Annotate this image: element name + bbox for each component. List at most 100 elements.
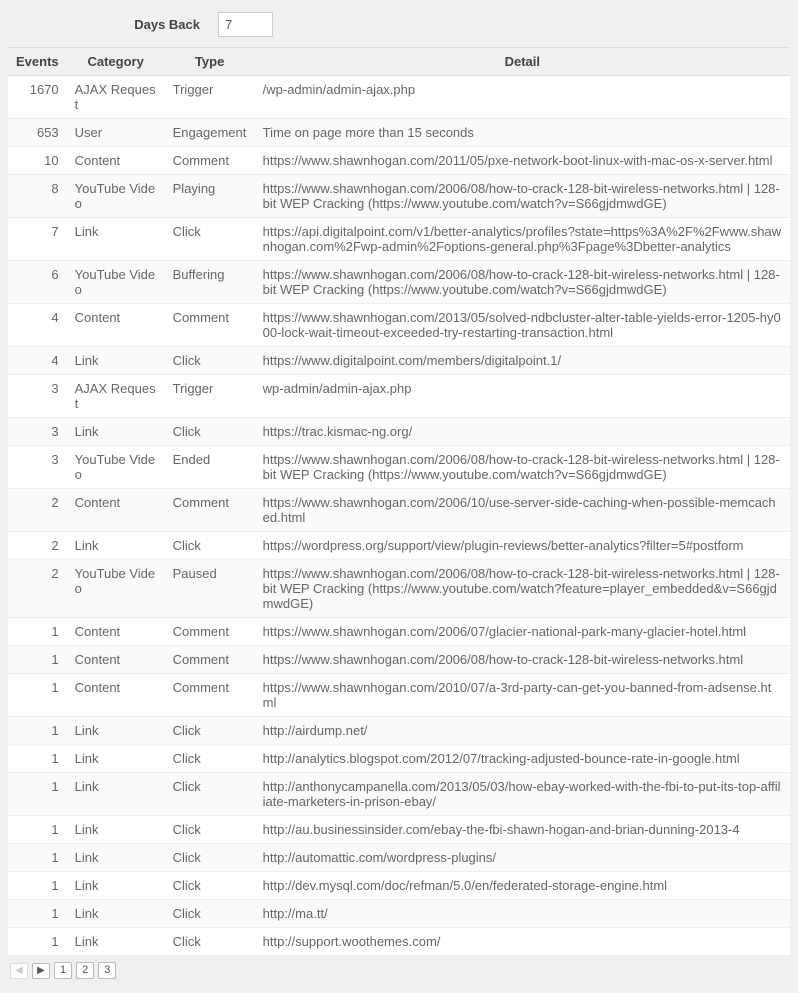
cell-detail: http://anthonycampanella.com/2013/05/03/… (255, 773, 790, 816)
cell-category: Link (67, 347, 165, 375)
cell-detail: https://www.shawnhogan.com/2010/07/a-3rd… (255, 674, 790, 717)
cell-type: Ended (165, 446, 255, 489)
table-row: 1ContentCommenthttps://www.shawnhogan.co… (8, 618, 790, 646)
cell-category: Content (67, 674, 165, 717)
days-back-input[interactable] (218, 12, 273, 37)
cell-category: YouTube Video (67, 175, 165, 218)
cell-type: Click (165, 900, 255, 928)
cell-category: Content (67, 618, 165, 646)
pager-prev[interactable]: ◀ (10, 963, 28, 979)
cell-events: 1 (8, 928, 67, 956)
cell-detail: wp-admin/admin-ajax.php (255, 375, 790, 418)
table-row: 4ContentCommenthttps://www.shawnhogan.co… (8, 304, 790, 347)
cell-type: Trigger (165, 76, 255, 119)
days-back-label: Days Back (8, 17, 218, 32)
cell-events: 4 (8, 347, 67, 375)
cell-category: User (67, 119, 165, 147)
cell-detail: https://www.shawnhogan.com/2006/08/how-t… (255, 560, 790, 618)
cell-type: Comment (165, 674, 255, 717)
cell-events: 1 (8, 900, 67, 928)
cell-category: Link (67, 418, 165, 446)
cell-events: 1 (8, 816, 67, 844)
cell-events: 7 (8, 218, 67, 261)
col-type[interactable]: Type (165, 48, 255, 76)
cell-detail: https://trac.kismac-ng.org/ (255, 418, 790, 446)
cell-type: Click (165, 844, 255, 872)
cell-category: YouTube Video (67, 560, 165, 618)
cell-detail: Time on page more than 15 seconds (255, 119, 790, 147)
cell-events: 4 (8, 304, 67, 347)
cell-type: Click (165, 745, 255, 773)
filter-row: Days Back (8, 8, 790, 47)
cell-events: 8 (8, 175, 67, 218)
cell-events: 10 (8, 147, 67, 175)
table-row: 1LinkClickhttp://analytics.blogspot.com/… (8, 745, 790, 773)
cell-detail: https://www.shawnhogan.com/2006/08/how-t… (255, 175, 790, 218)
cell-detail: http://ma.tt/ (255, 900, 790, 928)
cell-category: Link (67, 816, 165, 844)
pager-page-1[interactable]: 1 (54, 962, 72, 979)
cell-events: 3 (8, 375, 67, 418)
cell-events: 1 (8, 872, 67, 900)
col-category[interactable]: Category (67, 48, 165, 76)
cell-events: 3 (8, 418, 67, 446)
cell-detail: https://www.shawnhogan.com/2006/08/how-t… (255, 261, 790, 304)
cell-type: Click (165, 717, 255, 745)
table-row: 6YouTube VideoBufferinghttps://www.shawn… (8, 261, 790, 304)
cell-detail: https://wordpress.org/support/view/plugi… (255, 532, 790, 560)
cell-detail: https://www.shawnhogan.com/2006/08/how-t… (255, 446, 790, 489)
cell-type: Comment (165, 489, 255, 532)
cell-detail: https://api.digitalpoint.com/v1/better-a… (255, 218, 790, 261)
cell-type: Click (165, 218, 255, 261)
cell-events: 2 (8, 489, 67, 532)
cell-detail: http://au.businessinsider.com/ebay-the-f… (255, 816, 790, 844)
col-detail[interactable]: Detail (255, 48, 790, 76)
cell-events: 1 (8, 844, 67, 872)
table-row: 1LinkClickhttp://automattic.com/wordpres… (8, 844, 790, 872)
cell-events: 1 (8, 745, 67, 773)
cell-type: Comment (165, 147, 255, 175)
cell-category: Content (67, 147, 165, 175)
cell-category: Link (67, 745, 165, 773)
cell-type: Playing (165, 175, 255, 218)
cell-events: 1 (8, 773, 67, 816)
table-row: 3LinkClickhttps://trac.kismac-ng.org/ (8, 418, 790, 446)
cell-type: Click (165, 872, 255, 900)
cell-events: 1 (8, 646, 67, 674)
cell-category: Content (67, 646, 165, 674)
table-row: 1LinkClickhttp://ma.tt/ (8, 900, 790, 928)
cell-type: Comment (165, 646, 255, 674)
cell-category: YouTube Video (67, 261, 165, 304)
cell-category: Link (67, 717, 165, 745)
table-row: 7LinkClickhttps://api.digitalpoint.com/v… (8, 218, 790, 261)
cell-detail: http://automattic.com/wordpress-plugins/ (255, 844, 790, 872)
cell-category: Link (67, 844, 165, 872)
table-row: 1LinkClickhttp://dev.mysql.com/doc/refma… (8, 872, 790, 900)
cell-category: YouTube Video (67, 446, 165, 489)
cell-type: Engagement (165, 119, 255, 147)
cell-detail: http://dev.mysql.com/doc/refman/5.0/en/f… (255, 872, 790, 900)
cell-category: Content (67, 489, 165, 532)
table-row: 653UserEngagementTime on page more than … (8, 119, 790, 147)
table-row: 10ContentCommenthttps://www.shawnhogan.c… (8, 147, 790, 175)
cell-type: Comment (165, 304, 255, 347)
pager-next[interactable]: ▶ (32, 963, 50, 979)
cell-detail: https://www.shawnhogan.com/2006/10/use-s… (255, 489, 790, 532)
table-row: 1LinkClickhttp://support.woothemes.com/ (8, 928, 790, 956)
pager-page-2[interactable]: 2 (76, 962, 94, 979)
cell-detail: https://www.shawnhogan.com/2013/05/solve… (255, 304, 790, 347)
cell-events: 1670 (8, 76, 67, 119)
cell-type: Paused (165, 560, 255, 618)
pager-page-3[interactable]: 3 (98, 962, 116, 979)
cell-detail: /wp-admin/admin-ajax.php (255, 76, 790, 119)
cell-detail: http://airdump.net/ (255, 717, 790, 745)
cell-detail: http://analytics.blogspot.com/2012/07/tr… (255, 745, 790, 773)
cell-type: Trigger (165, 375, 255, 418)
table-row: 3YouTube VideoEndedhttps://www.shawnhoga… (8, 446, 790, 489)
cell-detail: https://www.shawnhogan.com/2011/05/pxe-n… (255, 147, 790, 175)
col-events[interactable]: Events (8, 48, 67, 76)
cell-category: AJAX Request (67, 76, 165, 119)
table-row: 1LinkClickhttp://airdump.net/ (8, 717, 790, 745)
pager: ◀ ▶ 1 2 3 (8, 956, 790, 985)
cell-events: 1 (8, 674, 67, 717)
